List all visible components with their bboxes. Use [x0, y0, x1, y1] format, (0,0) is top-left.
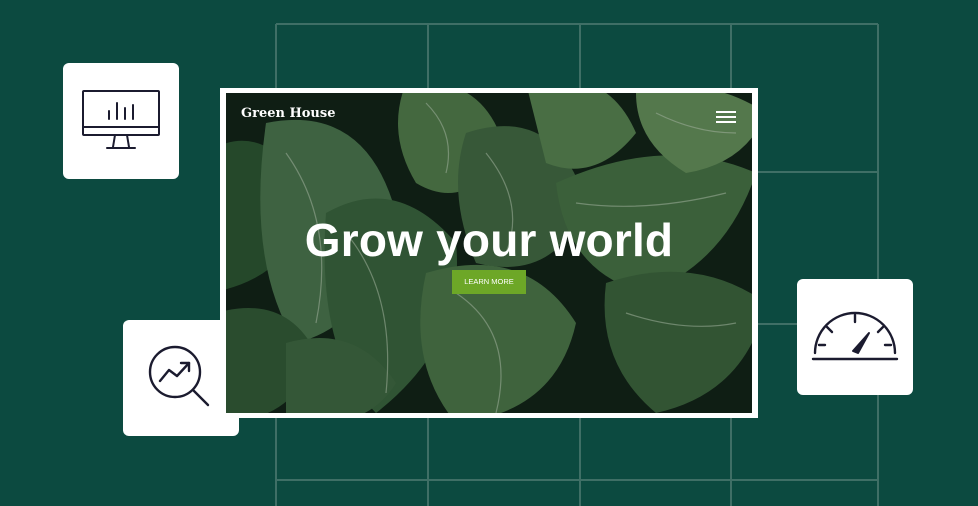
- hero-headline: Grow your world: [304, 214, 674, 266]
- learn-more-button[interactable]: LEARN MORE: [452, 270, 526, 294]
- brand-logo[interactable]: Green House: [241, 106, 335, 121]
- speedometer-icon: [811, 311, 899, 361]
- speedometer-card: [797, 279, 913, 395]
- website-preview: Green House Grow your world LEARN MORE: [220, 88, 758, 418]
- monitor-card: [63, 63, 179, 179]
- monitor-chart-icon: [82, 90, 160, 149]
- magnifier-trend-icon: [148, 345, 210, 407]
- hero-section: Green House Grow your world LEARN MORE: [226, 93, 752, 413]
- hamburger-menu-icon[interactable]: [716, 111, 736, 123]
